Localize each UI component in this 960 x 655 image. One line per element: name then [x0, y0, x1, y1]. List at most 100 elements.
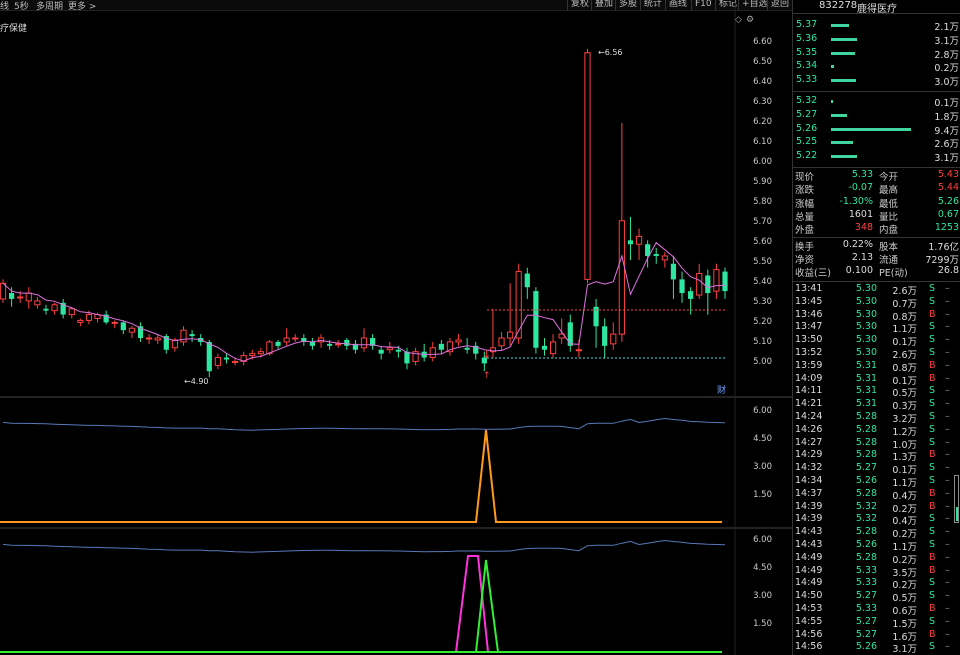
trade-price: 5.30	[855, 347, 877, 358]
axis-tick: 5.10	[753, 337, 772, 347]
ob-volume: 2.6万	[934, 139, 959, 151]
trade-scrollbar[interactable]	[954, 475, 959, 523]
quote-value: 0.67	[937, 208, 959, 220]
trade-time: 14:49	[795, 551, 823, 563]
quote-row: 收益(三) 0.100 PE(动) 26.8	[793, 265, 960, 279]
ob-volume-bar	[831, 127, 911, 131]
trade-price: 5.26	[855, 539, 877, 550]
trade-price: 5.27	[855, 615, 877, 627]
axis-tick: 6.30	[753, 97, 772, 107]
quote-panel: 832278 鹿得医疗 5.37 2.1万 5.36 3.1万 5.35 2.8万 5.34…	[792, 0, 960, 655]
ob-price: 5.36	[796, 32, 818, 44]
axis-tick: 5.90	[753, 177, 772, 187]
quote-label: 涨幅	[795, 198, 815, 210]
ask-row[interactable]: 5.35 2.8万	[793, 47, 960, 61]
trade-side: B	[929, 628, 936, 640]
trade-time: 13:45	[795, 295, 823, 307]
finance-marker[interactable]: 财	[717, 384, 726, 396]
bid-row[interactable]: 5.25 2.6万	[793, 136, 960, 151]
candle-body	[386, 347, 393, 351]
ob-price: 5.27	[796, 108, 818, 120]
trade-dash: –	[945, 334, 950, 346]
scroll-thumb[interactable]	[956, 507, 958, 521]
candle-body	[549, 341, 557, 355]
bid-row[interactable]: 5.27 1.8万	[793, 108, 960, 123]
quote-row: 总量 1601 量比 0.67	[793, 208, 960, 223]
axis-tick: 5.20	[753, 317, 772, 327]
trade-side: S	[929, 283, 936, 294]
trade-row: 14:37 5.28 0.4万 B –	[793, 488, 960, 502]
trade-price: 5.28	[855, 449, 877, 461]
candle-body	[51, 304, 58, 312]
trade-price: 5.31	[855, 359, 877, 371]
ob-volume: 2.1万	[934, 22, 959, 33]
trade-row: 14:43 5.28 0.2万 S –	[793, 526, 960, 540]
kline-chart[interactable]: 6.60 6.50 6.40 6.30 6.20 6.10 6.00 5.90 …	[0, 0, 792, 655]
candle-body	[722, 271, 728, 292]
candle-body	[249, 353, 256, 357]
indicator1-axis: 6.00 4.50 3.00 1.50	[753, 406, 772, 500]
quote-value: -1.30%	[839, 195, 873, 207]
trade-time: 14:09	[795, 372, 823, 384]
candle-body	[257, 351, 264, 355]
gear-icon[interactable]: ⚙	[746, 15, 754, 25]
trade-dash: –	[945, 564, 950, 576]
trade-dash: –	[945, 500, 950, 512]
axis-tick: 4.50	[753, 563, 772, 573]
quote-label: 换手	[795, 241, 815, 253]
separator	[793, 91, 960, 92]
trade-side: S	[929, 641, 936, 653]
trade-time: 14:34	[795, 475, 823, 486]
quote-value: 2.13	[851, 251, 873, 263]
candle-body	[705, 275, 711, 294]
candle-body	[533, 291, 539, 348]
axis-tick: 1.50	[753, 490, 772, 500]
trade-side: S	[929, 295, 936, 307]
ask-row[interactable]: 5.34 0.2万	[793, 60, 960, 74]
trade-price: 5.32	[855, 500, 877, 512]
bid-row[interactable]: 5.22 3.1万	[793, 150, 960, 165]
trade-side: B	[929, 359, 936, 371]
candle-body	[378, 349, 384, 354]
bid-row[interactable]: 5.26 9.4万	[793, 123, 960, 137]
quote-value: 1.76亿	[928, 241, 959, 253]
axis-tick: 5.70	[753, 217, 772, 227]
trade-time: 14:43	[795, 526, 823, 538]
ask-row[interactable]: 5.36 3.1万	[793, 32, 960, 47]
trade-side: S	[929, 590, 936, 602]
trade-row: 14:39 5.32 0.4万 S –	[793, 513, 960, 527]
candle-body	[688, 291, 694, 299]
quote-value: -0.07	[848, 182, 873, 194]
candle-body	[575, 349, 582, 352]
ask-row[interactable]: 5.33 3.0万	[793, 74, 960, 88]
ask-row[interactable]: 5.37 2.1万	[793, 19, 960, 33]
trade-side: S	[929, 539, 936, 550]
trade-time: 14:56	[795, 628, 823, 640]
axis-tick: 6.00	[753, 535, 772, 545]
trade-time: 14:32	[795, 462, 823, 474]
candle-body	[670, 263, 677, 280]
candle-body	[567, 322, 573, 346]
candle-body	[231, 360, 239, 363]
trade-row: 14:24 5.28 3.2万 S –	[793, 411, 960, 425]
trade-row: 14:11 5.31 0.5万 S –	[793, 385, 960, 399]
ob-volume: 3.1万	[934, 153, 959, 165]
diamond-icon[interactable]: ◇	[735, 15, 742, 25]
trade-side: S	[929, 411, 936, 422]
ob-price: 5.22	[796, 150, 818, 162]
trade-side: S	[929, 423, 936, 435]
trade-side: S	[929, 577, 936, 589]
bid-row[interactable]: 5.32 0.1万	[793, 95, 960, 109]
trade-row: 14:34 5.26 1.1万 S –	[793, 475, 960, 489]
ob-volume-bar	[831, 100, 833, 103]
trade-time: 14:43	[795, 539, 823, 550]
axis-tick: 1.50	[753, 619, 772, 629]
candle-body	[77, 319, 84, 323]
quote-value: 1601	[848, 208, 873, 220]
quote-value: 1253	[934, 222, 959, 234]
trade-dash: –	[945, 615, 950, 627]
quote-label: 股本	[879, 241, 899, 253]
quote-value: 5.44	[937, 182, 959, 194]
candle-body	[627, 240, 634, 245]
trade-time: 14:29	[795, 449, 823, 461]
